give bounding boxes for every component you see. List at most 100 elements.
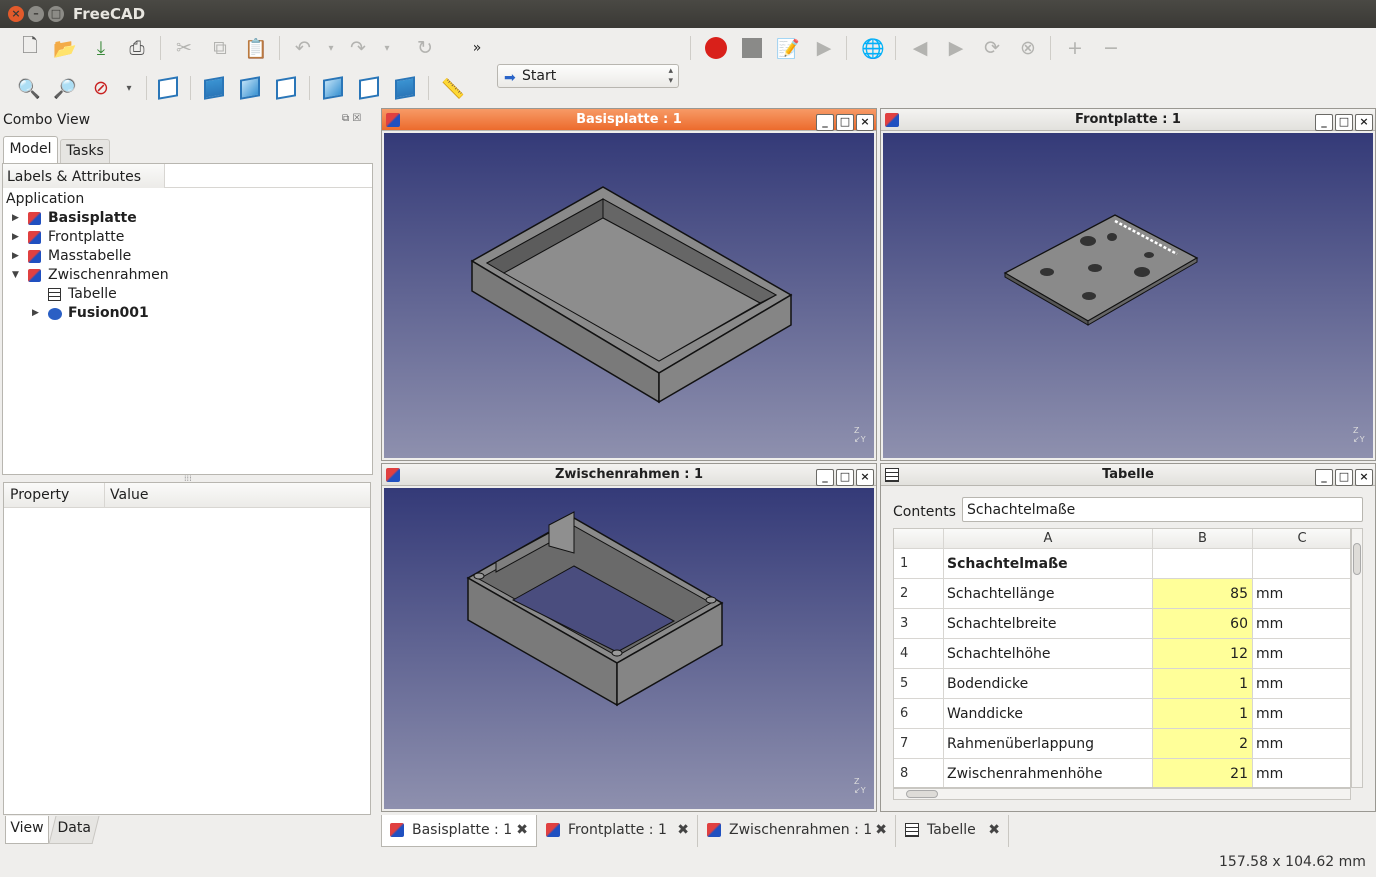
- maximize-icon[interactable]: □: [1335, 114, 1353, 131]
- column-divider[interactable]: [104, 483, 105, 508]
- close-icon[interactable]: ×: [1355, 114, 1373, 131]
- tree-item-masstabelle[interactable]: ▶ Masstabelle: [3, 247, 372, 266]
- cell-a5[interactable]: Bodendicke: [944, 669, 1153, 699]
- maximize-icon[interactable]: □: [1335, 469, 1353, 486]
- window-close-button[interactable]: ×: [8, 6, 24, 22]
- right-view-icon[interactable]: [273, 75, 299, 101]
- more-tools-icon[interactable]: »: [464, 35, 490, 61]
- cell-b4[interactable]: 12: [1153, 639, 1253, 669]
- close-tab-icon[interactable]: ✖: [875, 815, 887, 845]
- cell-c3[interactable]: mm: [1253, 609, 1350, 639]
- stop-loading-icon[interactable]: ⊗: [1015, 35, 1041, 61]
- cell-b7[interactable]: 2: [1153, 729, 1253, 759]
- tree-item-zwischenrahmen[interactable]: ▼ Zwischenrahmen: [3, 266, 372, 285]
- scroll-thumb[interactable]: [906, 790, 938, 798]
- row-header[interactable]: 7: [894, 729, 944, 759]
- view-window-basisplatte[interactable]: Basisplatte : 1 _ □ × Z ↙Y: [381, 108, 877, 461]
- row-header[interactable]: 6: [894, 699, 944, 729]
- row-header[interactable]: 1: [894, 549, 944, 579]
- draw-style-icon[interactable]: ⊘: [88, 75, 114, 101]
- view-title-bar[interactable]: Tabelle _ □ ×: [881, 464, 1375, 486]
- row-header[interactable]: 8: [894, 759, 944, 787]
- cell-b1[interactable]: [1153, 549, 1253, 579]
- tree-header-labels[interactable]: Labels & Attributes: [3, 164, 165, 188]
- float-panel-icon[interactable]: ⧉: [342, 113, 349, 124]
- stop-macro-icon[interactable]: [739, 35, 765, 61]
- print-icon[interactable]: ⎙: [124, 35, 150, 61]
- play-macro-icon[interactable]: ▶: [811, 35, 837, 61]
- open-folder-icon[interactable]: 📂: [52, 35, 78, 61]
- cell-b2[interactable]: 85: [1153, 579, 1253, 609]
- view-window-tabelle[interactable]: Tabelle _□× Contents A B C 1 Schachtelma…: [880, 463, 1376, 812]
- back-icon[interactable]: ◀: [907, 35, 933, 61]
- close-tab-icon[interactable]: ✖: [677, 815, 689, 845]
- close-icon[interactable]: ×: [856, 469, 874, 486]
- tab-tasks[interactable]: Tasks: [60, 139, 110, 163]
- tab-view[interactable]: View: [5, 816, 49, 844]
- close-icon[interactable]: ×: [1355, 469, 1373, 486]
- row-header[interactable]: 4: [894, 639, 944, 669]
- refresh-icon[interactable]: ↻: [412, 35, 438, 61]
- minimize-icon[interactable]: _: [1315, 469, 1333, 486]
- cell-c6[interactable]: mm: [1253, 699, 1350, 729]
- expand-arrow-icon[interactable]: ▶: [12, 209, 19, 228]
- 3d-viewport[interactable]: Z ↙Y: [883, 133, 1373, 458]
- maximize-icon[interactable]: □: [836, 469, 854, 486]
- cell-a1[interactable]: Schachtelmaße: [944, 549, 1153, 579]
- zoom-in-icon[interactable]: +: [1062, 35, 1088, 61]
- cell-a6[interactable]: Wanddicke: [944, 699, 1153, 729]
- contents-input[interactable]: [962, 497, 1363, 522]
- cell-a3[interactable]: Schachtelbreite: [944, 609, 1153, 639]
- fit-selection-icon[interactable]: 🔎: [52, 75, 78, 101]
- view-window-zwischenrahmen[interactable]: Zwischenrahmen : 1 _ □ × Z ↙Y: [381, 463, 877, 812]
- value-column-header[interactable]: Value: [110, 487, 148, 503]
- minimize-icon[interactable]: _: [816, 114, 834, 131]
- spreadsheet-grid[interactable]: A B C 1 Schachtelmaße 2 Schachtellänge 8…: [893, 528, 1351, 788]
- cell-a7[interactable]: Rahmenüberlappung: [944, 729, 1153, 759]
- close-tab-icon[interactable]: ✖: [988, 815, 1000, 845]
- measure-distance-icon[interactable]: 📏: [440, 75, 466, 101]
- view-title-bar[interactable]: Zwischenrahmen : 1 _ □ ×: [382, 464, 876, 486]
- web-globe-icon[interactable]: 🌐: [860, 35, 886, 61]
- cell-b5[interactable]: 1: [1153, 669, 1253, 699]
- cut-icon[interactable]: ✂: [171, 35, 197, 61]
- window-maximize-button[interactable]: □: [48, 6, 64, 22]
- tree-item-fusion001[interactable]: ▶ Fusion001: [3, 304, 372, 323]
- undo-dropdown-icon[interactable]: ▾: [318, 35, 344, 61]
- doc-tab-basisplatte[interactable]: Basisplatte : 1 ✖: [381, 815, 537, 847]
- cell-c7[interactable]: mm: [1253, 729, 1350, 759]
- tree-item-frontplatte[interactable]: ▶ Frontplatte: [3, 228, 372, 247]
- cell-c2[interactable]: mm: [1253, 579, 1350, 609]
- horizontal-scrollbar[interactable]: [893, 788, 1351, 800]
- minimize-icon[interactable]: _: [1315, 114, 1333, 131]
- collapse-arrow-icon[interactable]: ▼: [12, 266, 19, 285]
- left-view-icon[interactable]: [392, 75, 418, 101]
- row-header[interactable]: 2: [894, 579, 944, 609]
- close-icon[interactable]: ×: [856, 114, 874, 131]
- close-tab-icon[interactable]: ✖: [516, 815, 528, 845]
- fit-all-icon[interactable]: 🔍: [16, 75, 42, 101]
- zoom-out-icon[interactable]: −: [1098, 35, 1124, 61]
- redo-dropdown-icon[interactable]: ▾: [374, 35, 400, 61]
- minimize-icon[interactable]: _: [816, 469, 834, 486]
- reload-icon[interactable]: ⟳: [979, 35, 1005, 61]
- scroll-thumb[interactable]: [1353, 543, 1361, 575]
- tab-model[interactable]: Model: [3, 136, 58, 163]
- expand-arrow-icon[interactable]: ▶: [12, 228, 19, 247]
- doc-tab-zwischenrahmen[interactable]: Zwischenrahmen : 1 ✖: [699, 815, 896, 847]
- vertical-scrollbar[interactable]: [1351, 528, 1363, 788]
- tree-item-basisplatte[interactable]: ▶ Basisplatte: [3, 209, 372, 228]
- isometric-view-icon[interactable]: [155, 75, 181, 101]
- tree-item-tabelle[interactable]: Tabelle: [3, 285, 372, 304]
- rear-view-icon[interactable]: [320, 75, 346, 101]
- draw-style-dropdown-icon[interactable]: ▾: [116, 75, 142, 101]
- column-header-c[interactable]: C: [1253, 529, 1350, 549]
- front-view-icon[interactable]: [201, 75, 227, 101]
- close-panel-icon[interactable]: ☒: [352, 113, 361, 124]
- expand-arrow-icon[interactable]: ▶: [32, 304, 39, 323]
- cell-c5[interactable]: mm: [1253, 669, 1350, 699]
- undo-icon[interactable]: ↶: [290, 35, 316, 61]
- doc-tab-tabelle[interactable]: Tabelle ✖: [897, 815, 1009, 847]
- record-macro-icon[interactable]: [703, 35, 729, 61]
- new-document-icon[interactable]: 🗋: [17, 35, 43, 61]
